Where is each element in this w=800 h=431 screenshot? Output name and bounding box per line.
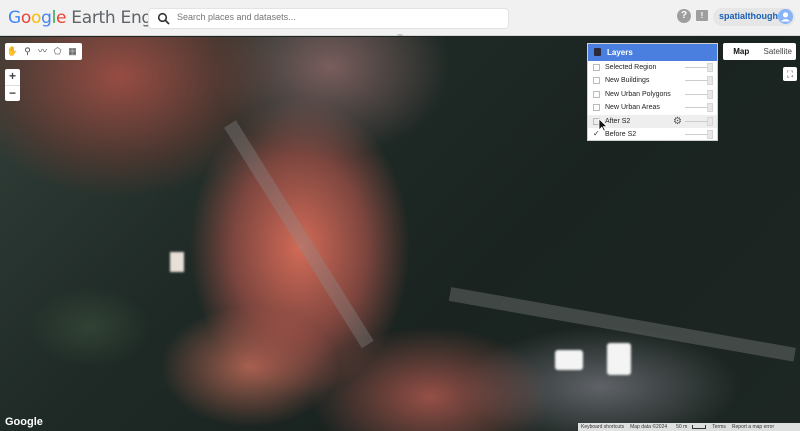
layer-checkbox[interactable] bbox=[593, 64, 600, 71]
opacity-slider[interactable] bbox=[685, 107, 707, 109]
layers-title: Layers bbox=[607, 48, 633, 57]
opacity-slider[interactable] bbox=[685, 133, 707, 135]
report-map-error-link[interactable]: Report a map error bbox=[729, 423, 777, 431]
layer-label: Before S2 bbox=[605, 130, 637, 138]
opacity-slider[interactable] bbox=[685, 67, 707, 68]
opacity-handle[interactable] bbox=[707, 103, 713, 113]
feedback-icon[interactable]: ! bbox=[696, 10, 708, 21]
layer-checkbox-checked[interactable]: ✓ bbox=[593, 129, 600, 138]
layer-label: New Buildings bbox=[605, 77, 650, 85]
mouse-cursor-icon bbox=[598, 118, 608, 132]
top-bar: Google Earth Engine ? ! spatialthoughts bbox=[0, 0, 800, 36]
map-type-control: Map Satellite bbox=[723, 43, 796, 60]
scale-bar bbox=[692, 425, 707, 429]
layer-row-new-urban-areas[interactable]: New Urban Areas bbox=[588, 101, 717, 114]
map-building bbox=[607, 343, 631, 375]
line-draw-icon[interactable]: 〰 bbox=[35, 43, 50, 60]
username: spatialthoughts bbox=[719, 11, 786, 21]
help-icon[interactable]: ? bbox=[677, 9, 691, 23]
layer-label: Selected Region bbox=[605, 64, 657, 71]
lock-icon bbox=[594, 48, 601, 56]
layer-checkbox[interactable] bbox=[593, 90, 600, 98]
layer-label: New Urban Areas bbox=[605, 104, 660, 112]
map-building bbox=[170, 252, 184, 272]
layer-checkbox[interactable] bbox=[593, 77, 600, 85]
opacity-handle[interactable] bbox=[707, 63, 713, 72]
opacity-slider[interactable] bbox=[685, 80, 707, 82]
layer-label: New Urban Polygons bbox=[605, 90, 671, 98]
zoom-control: + − bbox=[5, 69, 20, 101]
map-type-satellite-button[interactable]: Satellite bbox=[760, 43, 797, 60]
opacity-handle[interactable] bbox=[707, 129, 713, 139]
avatar-icon bbox=[778, 9, 793, 24]
zoom-out-button[interactable]: − bbox=[5, 85, 20, 101]
opacity-slider[interactable] bbox=[685, 93, 707, 95]
map-building bbox=[555, 350, 583, 370]
layer-label: After S2 bbox=[605, 117, 631, 125]
search-icon bbox=[157, 12, 170, 25]
layer-checkbox[interactable] bbox=[593, 104, 600, 112]
search-input[interactable] bbox=[177, 12, 497, 22]
opacity-slider[interactable] bbox=[685, 120, 707, 122]
layer-row-new-buildings[interactable]: New Buildings bbox=[588, 74, 717, 87]
rectangle-draw-icon[interactable]: ▦ bbox=[65, 43, 80, 60]
point-marker-icon[interactable]: ⚲ bbox=[20, 43, 35, 60]
gear-icon[interactable]: ⚙ bbox=[673, 115, 682, 128]
zoom-in-button[interactable]: + bbox=[5, 69, 20, 85]
drawing-toolbar: ✋ ⚲ 〰 ⬠ ▦ bbox=[5, 43, 82, 60]
layers-header[interactable]: Layers bbox=[588, 44, 717, 61]
layer-row-new-urban-polygons[interactable]: New Urban Polygons bbox=[588, 88, 717, 101]
layer-row-selected-region[interactable]: Selected Region bbox=[588, 61, 717, 74]
fullscreen-icon[interactable]: ⛶ bbox=[783, 67, 797, 81]
terms-link[interactable]: Terms bbox=[709, 423, 729, 431]
scale-control[interactable]: 50 m bbox=[670, 423, 709, 431]
opacity-handle[interactable] bbox=[707, 89, 713, 99]
opacity-handle[interactable] bbox=[707, 76, 713, 86]
hand-pan-icon[interactable]: ✋ bbox=[5, 43, 20, 60]
scale-label: 50 m bbox=[676, 424, 688, 430]
account-chip[interactable]: spatialthoughts bbox=[713, 8, 795, 26]
map-data-attribution: Map data ©2024 bbox=[630, 424, 668, 430]
search-box[interactable] bbox=[148, 8, 509, 29]
map-footer: Keyboard shortcuts Map data ©2024 50 m T… bbox=[578, 423, 800, 431]
polygon-draw-icon[interactable]: ⬠ bbox=[50, 43, 65, 60]
google-logo: Google bbox=[5, 416, 43, 428]
map-road bbox=[224, 120, 374, 349]
opacity-handle[interactable] bbox=[707, 116, 713, 126]
keyboard-shortcuts-link[interactable]: Keyboard shortcuts bbox=[578, 423, 627, 431]
map-type-map-button[interactable]: Map bbox=[723, 43, 760, 60]
